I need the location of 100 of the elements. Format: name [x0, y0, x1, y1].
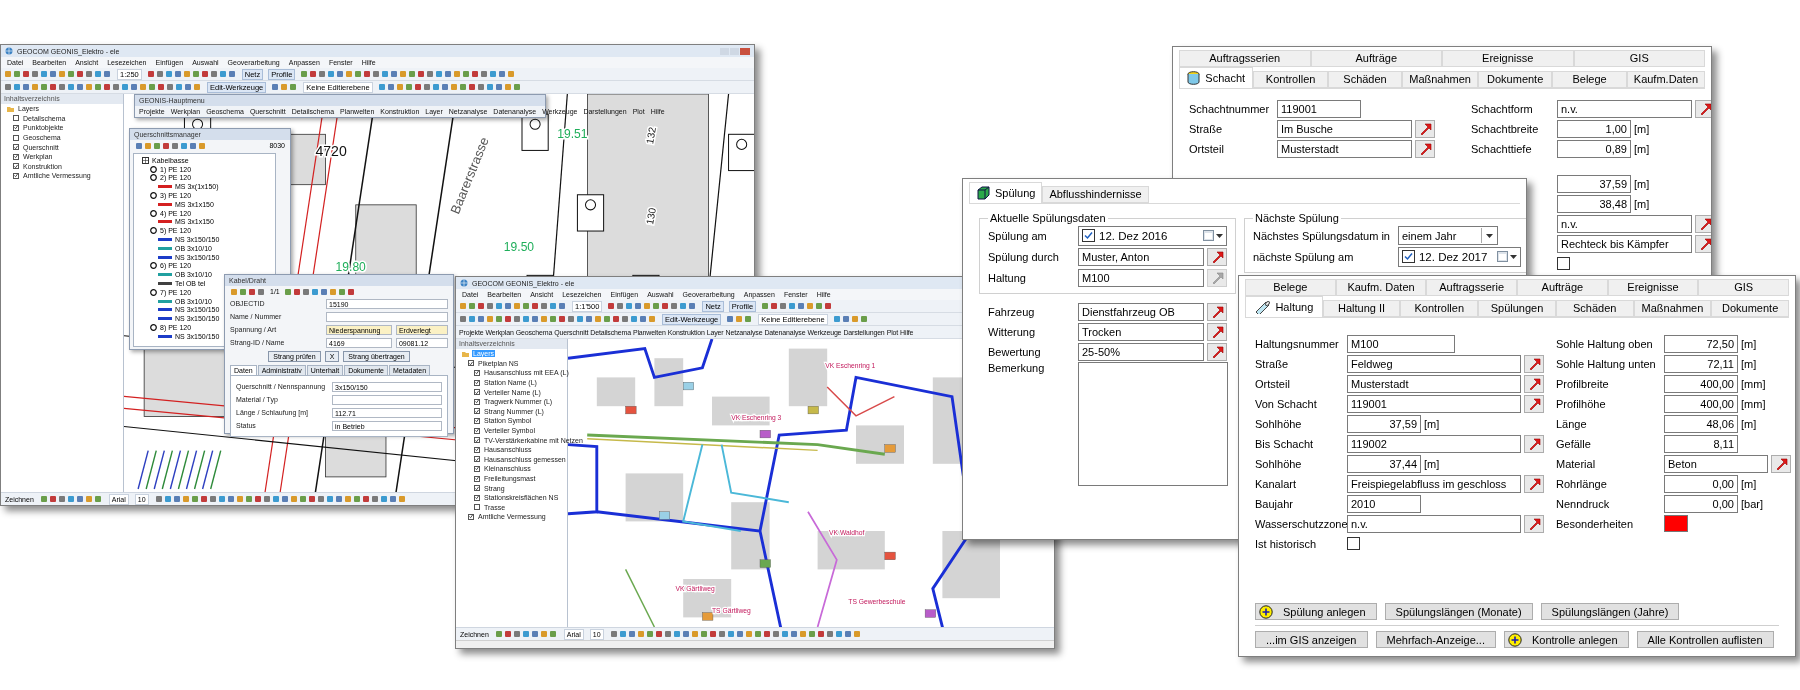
toolbar-icons-drawing[interactable]	[4, 70, 112, 78]
text-field[interactable]: Muster, Anton	[1078, 247, 1204, 266]
number-field[interactable]: 0,89	[1557, 139, 1631, 158]
tab[interactable]: Kontrollen	[1253, 71, 1328, 88]
checkbox[interactable]	[1347, 537, 1360, 550]
pick-button[interactable]	[1207, 247, 1227, 266]
checkbox[interactable]	[13, 134, 19, 141]
toolbar-icons-drawing[interactable]	[726, 315, 754, 323]
text-field[interactable]: Musterstadt	[1277, 139, 1412, 158]
toolbar-icons-drawing[interactable]	[832, 315, 869, 323]
tab[interactable]: Haltung	[1245, 296, 1323, 317]
tab[interactable]: Dokumente	[1711, 300, 1790, 317]
text-field[interactable]: Dienstfahrzeug OB	[1078, 302, 1204, 321]
pick-button[interactable]	[1695, 214, 1711, 233]
number-field[interactable]: 0,00	[1664, 494, 1738, 513]
checkbox[interactable]	[13, 163, 19, 170]
toolbar-icons-drawing[interactable]	[135, 141, 207, 150]
date-field[interactable]: 12. Dez 2017	[1397, 246, 1521, 267]
action-button[interactable]: Kontrolle anlegen	[1503, 631, 1629, 648]
checkbox[interactable]	[13, 172, 19, 179]
action-button[interactable]: Alle Kontrollen auflisten	[1636, 631, 1774, 648]
text-field[interactable]: Feldweg	[1347, 354, 1521, 373]
checkbox[interactable]	[474, 379, 480, 386]
checkbox[interactable]	[468, 360, 474, 367]
text-field[interactable]: 2010	[1347, 494, 1421, 513]
pick-button[interactable]	[1524, 434, 1544, 453]
text-field[interactable]	[326, 311, 448, 322]
pick-button[interactable]	[1415, 119, 1435, 138]
number-field[interactable]: 8,11	[1664, 434, 1738, 453]
toolbar-icons-drawing[interactable]	[459, 315, 657, 323]
number-field[interactable]: 37,44	[1347, 454, 1421, 473]
memo-field[interactable]	[1078, 362, 1228, 486]
toolbar-icons-drawing[interactable]	[761, 302, 834, 310]
toolbar-icons-drawing[interactable]	[377, 83, 522, 91]
checkbox[interactable]	[13, 144, 19, 151]
toolbar-icons-drawing[interactable]	[609, 630, 862, 638]
checkbox[interactable]	[474, 485, 480, 492]
checkbox[interactable]	[474, 427, 480, 434]
tab[interactable]: Ereignisse	[1607, 279, 1699, 296]
action-button[interactable]: Spülungslängen (Monate)	[1384, 603, 1533, 620]
tab[interactable]: Aufträge	[1517, 279, 1608, 296]
checkbox[interactable]	[474, 370, 480, 376]
pick-button[interactable]	[1207, 302, 1227, 321]
tab[interactable]: Kaufm. Daten	[1335, 279, 1427, 296]
checkbox[interactable]	[474, 398, 480, 405]
text-field[interactable]	[332, 394, 442, 405]
checkbox[interactable]	[474, 494, 480, 501]
number-field[interactable]: 72,50	[1664, 334, 1738, 353]
number-field[interactable]: 72,11	[1664, 354, 1738, 373]
pick-button[interactable]	[1695, 99, 1711, 118]
tab[interactable]: Auftragsserien	[1179, 50, 1311, 67]
window-buttons-icon[interactable]	[720, 47, 750, 55]
pick-button[interactable]	[1415, 139, 1435, 158]
tab[interactable]: Belege	[1245, 279, 1336, 296]
checkbox[interactable]	[474, 465, 480, 472]
tab[interactable]: Kaufm.Daten	[1626, 71, 1705, 88]
toolbar-icons-drawing[interactable]	[39, 495, 103, 503]
action-button[interactable]: ...im GIS anzeigen	[1255, 631, 1368, 648]
tab[interactable]: Maßnahmen	[1633, 300, 1712, 317]
tab[interactable]: GIS	[1573, 50, 1705, 67]
checkbox[interactable]	[474, 504, 480, 511]
tab[interactable]: Dokumente	[1478, 71, 1553, 88]
number-field[interactable]: 0,00	[1664, 474, 1738, 493]
toolbar-icons-drawing[interactable]	[4, 83, 202, 91]
toolbar-icons-drawing[interactable]	[271, 83, 299, 91]
tab[interactable]: Spülungen	[1478, 300, 1556, 317]
tab[interactable]: Belege	[1552, 71, 1627, 88]
tab[interactable]: Schacht	[1179, 67, 1254, 88]
tab[interactable]: Ereignisse	[1442, 50, 1574, 67]
tab[interactable]: Maßnahmen	[1402, 71, 1478, 88]
text-field[interactable]: 119001	[1277, 99, 1361, 118]
text-field[interactable]: 119002	[1347, 434, 1521, 453]
number-field[interactable]: 400,00	[1664, 394, 1738, 413]
checkbox[interactable]	[1557, 257, 1570, 270]
text-field[interactable]: Im Busche	[1277, 119, 1412, 138]
text-field[interactable]: M100	[1347, 334, 1455, 353]
pick-button[interactable]	[1524, 474, 1544, 493]
number-field[interactable]: 37,59	[1347, 414, 1421, 433]
tab[interactable]: Haltung II	[1322, 300, 1401, 317]
checkbox[interactable]	[468, 513, 474, 520]
pick-button[interactable]	[1524, 354, 1544, 373]
number-field[interactable]: 48,06	[1664, 414, 1738, 433]
checkbox[interactable]	[474, 456, 480, 463]
toolbar-icons-drawing[interactable]	[459, 302, 567, 310]
number-field[interactable]: 37,59	[1557, 174, 1631, 193]
tab[interactable]: Aufträge	[1310, 50, 1442, 67]
pick-button[interactable]	[1524, 394, 1544, 413]
pick-button[interactable]	[1695, 234, 1711, 253]
checkbox[interactable]	[474, 475, 480, 482]
date-field[interactable]: 12. Dez 2016	[1078, 225, 1227, 246]
text-field[interactable]: n.v.	[1347, 514, 1521, 533]
text-field[interactable]: Rechteck bis Kämpfer	[1557, 234, 1692, 253]
text-field[interactable]: n.v.	[1557, 214, 1692, 233]
toolbar-icons-drawing[interactable]	[494, 630, 558, 638]
dropdown[interactable]: einem Jahr	[1397, 226, 1498, 245]
toolbar-icons-drawing[interactable]	[283, 287, 356, 296]
action-button[interactable]: Mehrfach-Anzeige...	[1375, 631, 1496, 648]
text-field[interactable]: 25-50%	[1078, 342, 1204, 361]
checkbox[interactable]	[1082, 229, 1095, 242]
pick-button[interactable]	[1207, 322, 1227, 341]
